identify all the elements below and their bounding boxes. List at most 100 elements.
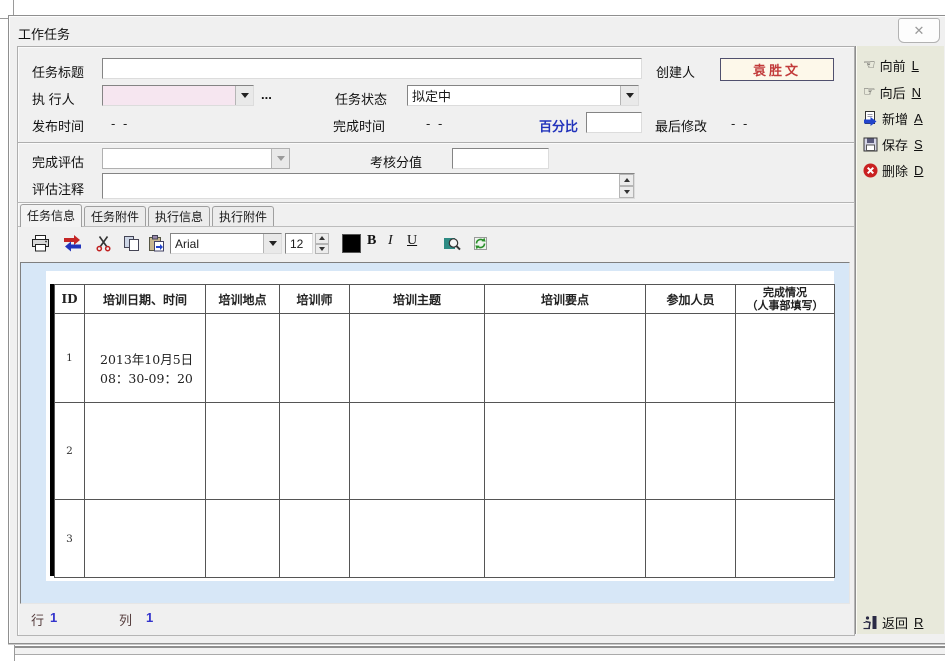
table-cell[interactable]	[280, 314, 350, 403]
date-line2: 08：30-09：20	[100, 369, 205, 388]
font-size-box[interactable]: 12	[285, 233, 313, 254]
evaluation-combobox[interactable]	[102, 148, 290, 169]
font-size-value: 12	[286, 237, 303, 251]
chevron-down-icon	[269, 241, 277, 246]
score-input[interactable]	[452, 148, 549, 169]
table-cell[interactable]	[736, 500, 835, 578]
parent-window-bottom-edge	[14, 646, 945, 655]
paste-button[interactable]	[144, 232, 168, 254]
save-button[interactable]: 保存 S	[863, 135, 923, 153]
header-id[interactable]: ID	[55, 285, 85, 314]
underline-button[interactable]: U	[407, 233, 417, 249]
tab-task-info[interactable]: 任务信息	[20, 204, 82, 227]
row-number-cell[interactable]: 3	[55, 500, 85, 578]
header-location[interactable]: 培训地点	[206, 285, 280, 314]
tab-task-attachments[interactable]: 任务附件	[84, 206, 146, 226]
cut-button[interactable]	[91, 232, 115, 254]
italic-button[interactable]: I	[388, 233, 393, 249]
header-trainer[interactable]: 培训师	[280, 285, 350, 314]
table-cell[interactable]	[85, 403, 206, 500]
return-button[interactable]: 返回 R	[863, 613, 923, 631]
table-row: 3	[55, 500, 835, 578]
task-title-label: 任务标题	[32, 62, 84, 81]
tab-exec-attachments[interactable]: 执行附件	[212, 206, 274, 226]
last-modified-value: - -	[731, 116, 749, 131]
table-cell[interactable]	[350, 500, 485, 578]
bold-button[interactable]: B	[367, 233, 376, 249]
header-topic[interactable]: 培训主题	[350, 285, 485, 314]
prev-button-key: L	[912, 58, 919, 73]
table-cell[interactable]	[206, 314, 280, 403]
percent-input[interactable]	[586, 112, 642, 133]
font-name-combobox[interactable]: Arial	[170, 233, 282, 254]
copy-button[interactable]	[119, 232, 143, 254]
row-number-cell[interactable]: 2	[55, 403, 85, 500]
report-editor[interactable]: ID 培训日期、时间 培训地点 培训师 培训主题 培训要点 参加人员 完成情况 …	[20, 262, 850, 604]
add-button[interactable]: 新增 A	[863, 109, 923, 127]
spin-down-button[interactable]	[619, 186, 634, 198]
table-header-row: ID 培训日期、时间 培训地点 培训师 培训主题 培训要点 参加人员 完成情况 …	[55, 285, 835, 314]
executor-combobox[interactable]	[102, 85, 254, 106]
table-row: 1 2013年10月5日 08：30-09：20	[55, 314, 835, 403]
exit-icon	[863, 615, 878, 630]
print-button[interactable]	[28, 232, 52, 254]
chevron-down-icon	[241, 93, 249, 98]
table-cell[interactable]	[485, 500, 646, 578]
date-cell[interactable]: 2013年10月5日 08：30-09：20	[85, 314, 206, 403]
font-size-spinner[interactable]	[315, 233, 329, 254]
row-number-cell[interactable]: 1	[55, 314, 85, 403]
table-cell[interactable]	[646, 500, 736, 578]
task-title-input[interactable]	[102, 58, 642, 79]
return-button-key: R	[914, 615, 923, 630]
task-status-combobox[interactable]: 拟定中	[407, 85, 639, 106]
spin-up-button[interactable]	[315, 233, 329, 244]
swap-arrows-icon	[63, 234, 82, 252]
table-cell[interactable]	[280, 500, 350, 578]
comment-field[interactable]	[102, 173, 635, 199]
copy-icon	[123, 235, 140, 252]
prev-button[interactable]: ☜ 向前 L	[863, 56, 919, 74]
table-cell[interactable]	[85, 500, 206, 578]
refresh-button[interactable]	[468, 232, 492, 254]
table-cell[interactable]	[350, 403, 485, 500]
next-button[interactable]: ☞ 向后 N	[863, 83, 921, 101]
header-completion[interactable]: 完成情况 （人事部填写）	[736, 285, 835, 314]
find-button[interactable]	[440, 232, 464, 254]
executor-more-button[interactable]: ...	[261, 87, 272, 102]
tab-exec-info[interactable]: 执行信息	[148, 206, 210, 226]
table-cell[interactable]	[646, 314, 736, 403]
table-cell[interactable]	[206, 403, 280, 500]
col-status-label: 列	[119, 610, 132, 629]
evaluation-dropdown-button[interactable]	[271, 149, 289, 168]
header-points[interactable]: 培训要点	[485, 285, 646, 314]
font-name-dropdown-button[interactable]	[263, 234, 281, 253]
close-button[interactable]: ✕	[898, 18, 940, 43]
col-status-value: 1	[146, 610, 153, 625]
spin-down-button[interactable]	[315, 244, 329, 255]
header-participants[interactable]: 参加人员	[646, 285, 736, 314]
chevron-up-icon	[624, 178, 630, 182]
table-cell[interactable]	[485, 403, 646, 500]
task-status-dropdown-button[interactable]	[620, 86, 638, 105]
creator-value: 袁胜文	[753, 60, 801, 79]
comment-spinner[interactable]	[619, 174, 634, 198]
comment-label: 评估注释	[32, 179, 84, 198]
header-date-time[interactable]: 培训日期、时间	[85, 285, 206, 314]
table-cell[interactable]	[280, 403, 350, 500]
font-color-swatch[interactable]	[342, 234, 361, 253]
executor-dropdown-button[interactable]	[235, 86, 253, 105]
delete-button[interactable]: 删除 D	[863, 161, 923, 179]
row-status-label: 行	[31, 610, 44, 629]
table-cell[interactable]	[736, 403, 835, 500]
table-cell[interactable]	[736, 314, 835, 403]
scissors-icon	[95, 235, 112, 252]
table-cell[interactable]	[646, 403, 736, 500]
table-cell[interactable]	[350, 314, 485, 403]
swap-columns-button[interactable]	[60, 232, 84, 254]
spin-up-button[interactable]	[619, 174, 634, 186]
executor-label: 执 行人	[32, 89, 75, 108]
table-cell[interactable]	[485, 314, 646, 403]
sidebar: ☜ 向前 L ☞ 向后 N 新增 A 保存 S 删除 D	[855, 46, 944, 634]
last-modified-label: 最后修改	[655, 116, 707, 135]
table-cell[interactable]	[206, 500, 280, 578]
